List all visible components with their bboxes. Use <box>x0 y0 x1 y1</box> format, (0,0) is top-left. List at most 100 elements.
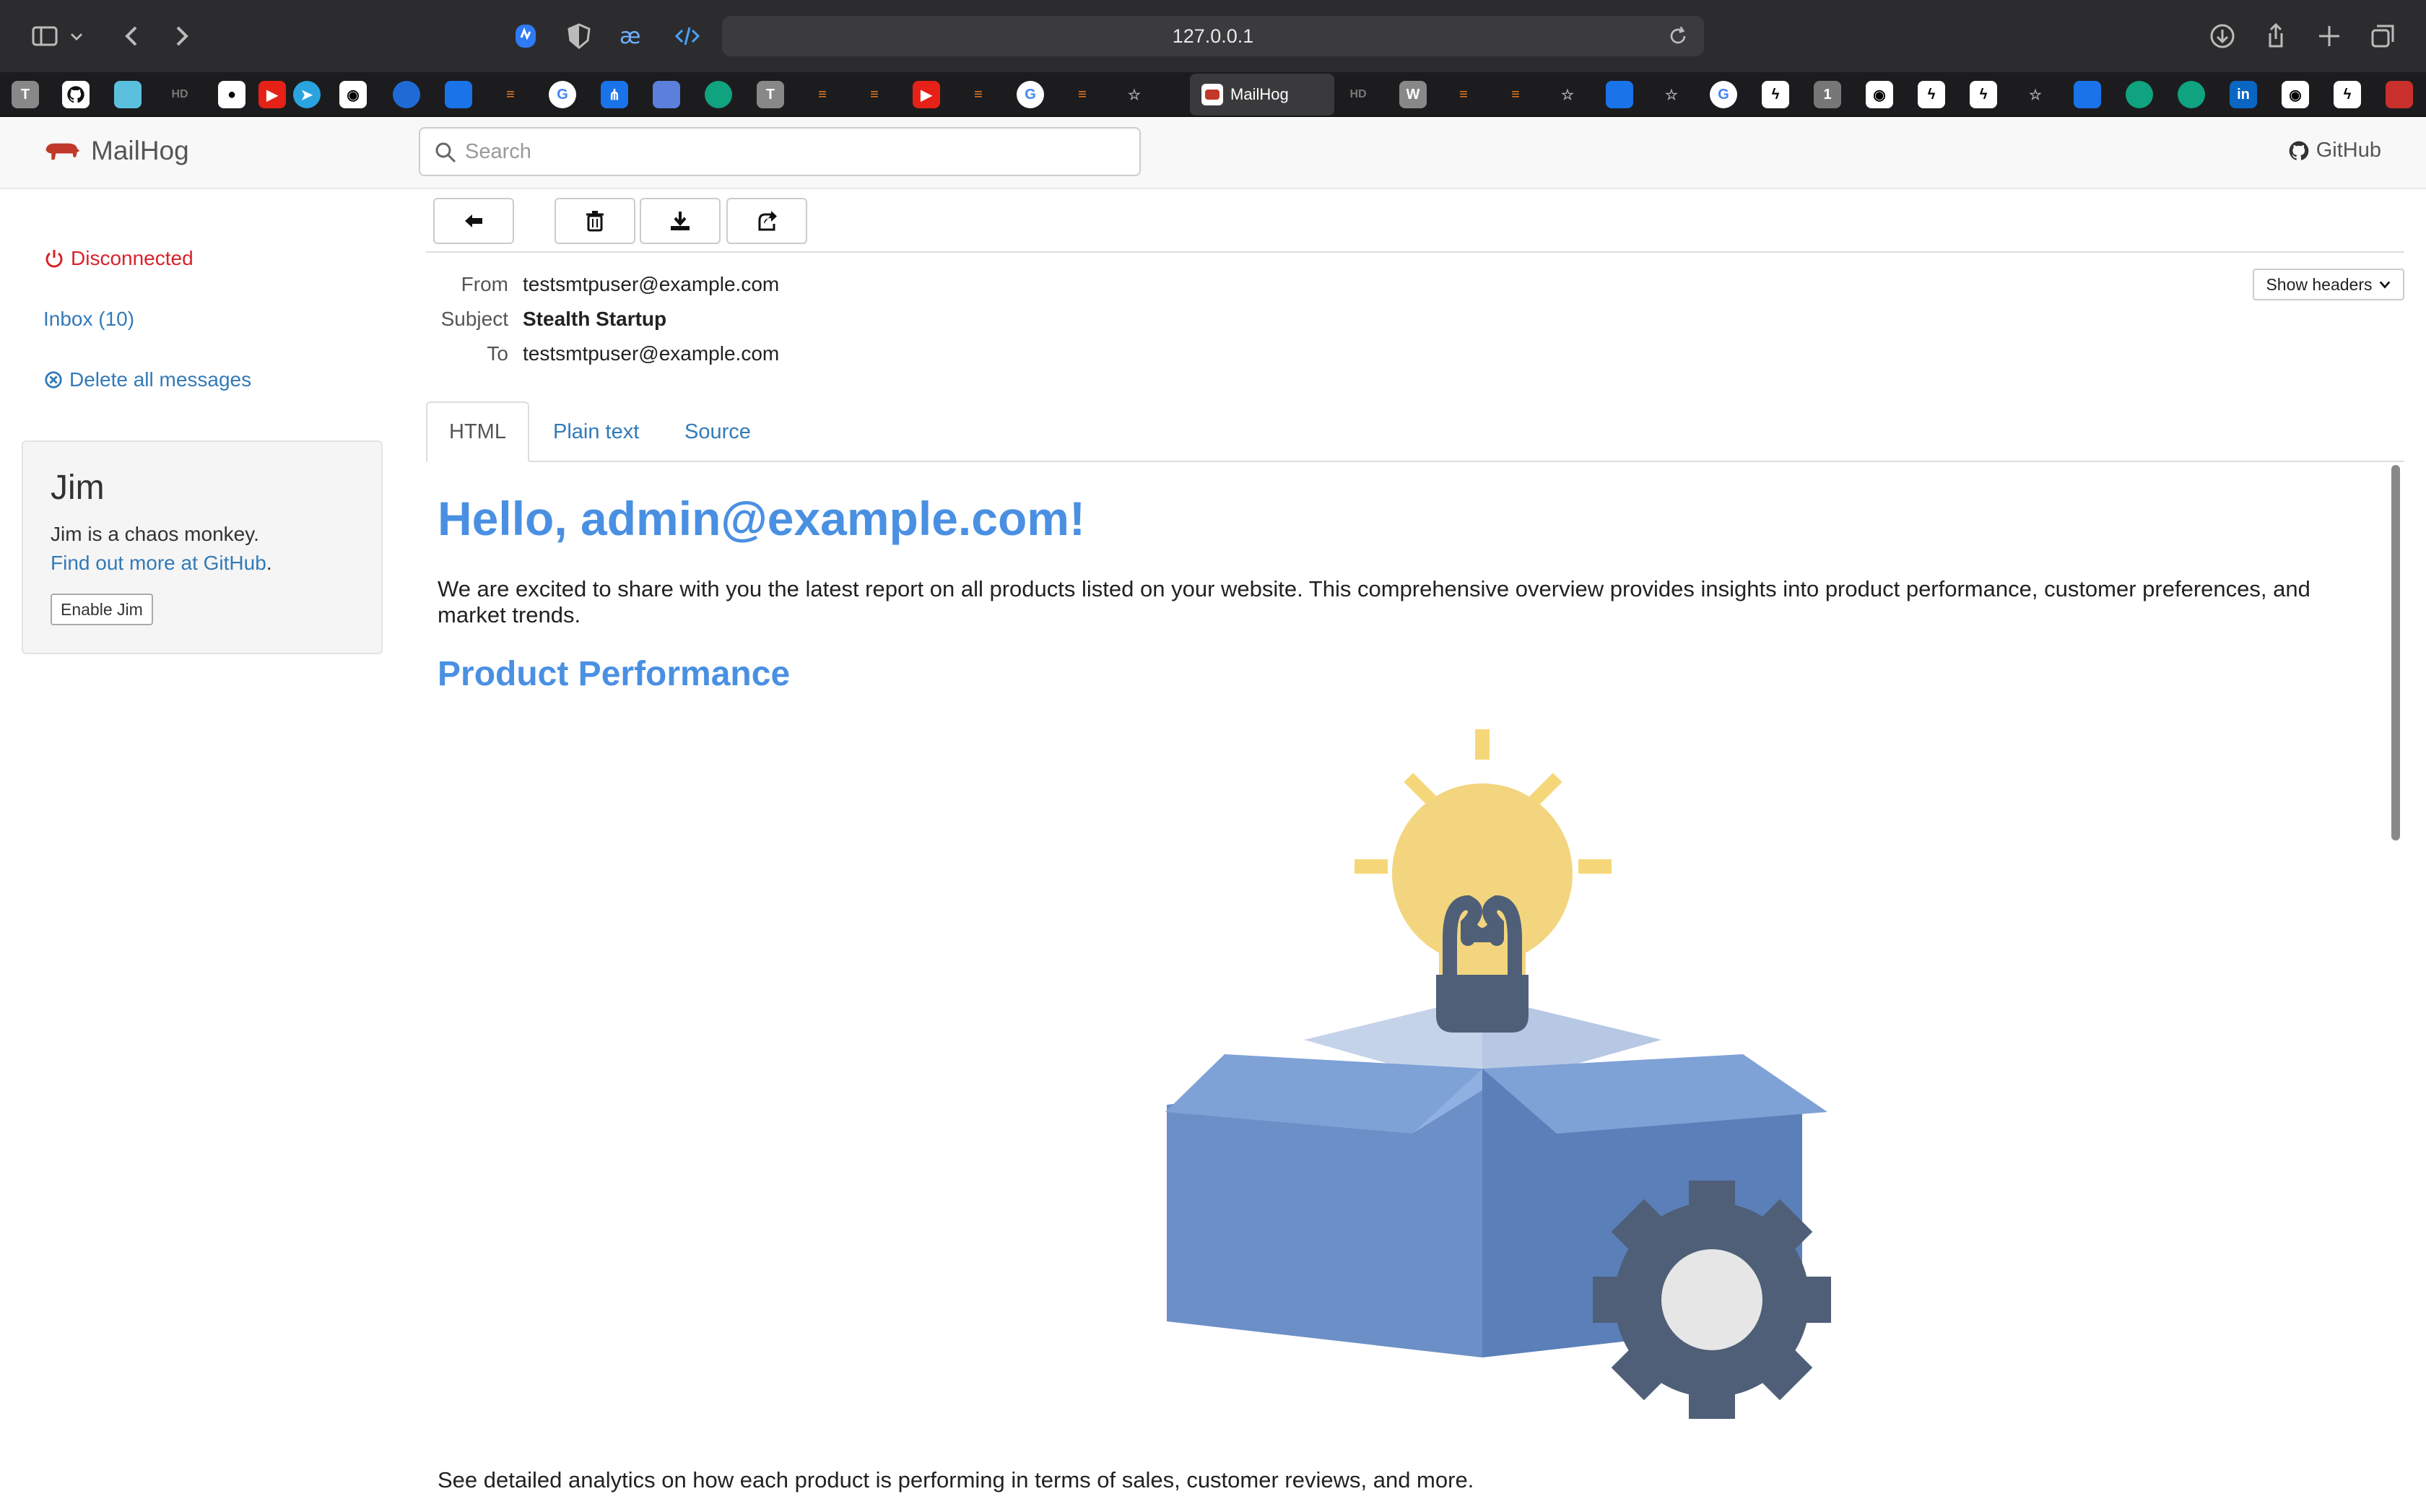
tab-star-icon[interactable]: ☆ <box>2022 81 2049 108</box>
tab-github-icon[interactable]: ◉ <box>1866 81 1893 108</box>
tab-google-icon[interactable]: G <box>549 81 576 108</box>
github-link[interactable]: GitHub <box>2287 139 2381 162</box>
mailhog-logo-icon <box>45 143 80 160</box>
download-icon <box>671 212 690 230</box>
tab-bookmark-icon[interactable] <box>445 81 472 108</box>
show-headers-label: Show headers <box>2266 274 2373 294</box>
tab-stackoverflow-icon[interactable]: ≡ <box>1502 81 1529 108</box>
tab-hd-icon[interactable]: HD <box>166 81 194 108</box>
tab-cube-icon[interactable] <box>114 81 142 108</box>
tab-star-icon[interactable]: ☆ <box>1121 81 1148 108</box>
back-icon[interactable] <box>116 20 147 52</box>
connection-status[interactable]: Disconnected <box>43 247 194 270</box>
tab-google-icon[interactable]: G <box>1017 81 1044 108</box>
tab-youtube-icon[interactable]: ▶ <box>258 81 286 108</box>
tab-stackoverflow-icon[interactable]: ≡ <box>965 81 992 108</box>
download-button[interactable] <box>640 198 721 244</box>
tab-hd-icon[interactable]: HD <box>1344 81 1372 108</box>
tab-medium-icon[interactable]: ● <box>218 81 245 108</box>
github-icon <box>2289 141 2309 160</box>
to-label: To <box>487 342 508 365</box>
status-label: Disconnected <box>71 247 194 269</box>
tab-bolt-icon[interactable]: ϟ <box>1918 81 1945 108</box>
address-bar[interactable]: 127.0.0.1 <box>722 16 1704 56</box>
scrollbar-thumb[interactable] <box>2391 465 2400 840</box>
tab-github-icon[interactable]: ◉ <box>339 81 367 108</box>
browser-titlebar: æ 127.0.0.1 <box>0 0 2426 72</box>
release-button[interactable] <box>726 198 807 244</box>
jim-link-suffix: . <box>266 552 272 574</box>
tab-chatgpt-icon[interactable] <box>2178 81 2205 108</box>
share-arrow-icon <box>758 211 777 231</box>
back-button[interactable] <box>433 198 514 244</box>
jim-github-link[interactable]: Find out more at GitHub <box>51 552 266 574</box>
email-html-view[interactable]: Hello, admin@example.com! We are excited… <box>438 477 2380 1512</box>
tab-bolt-icon[interactable]: ϟ <box>2334 81 2361 108</box>
jim-more-text: Find out more at GitHub. <box>51 552 272 575</box>
tab-share-icon[interactable]: ⋔ <box>601 81 628 108</box>
code-icon[interactable] <box>671 20 703 52</box>
trash-icon <box>586 211 604 232</box>
ae-extension-icon[interactable]: æ <box>617 20 648 52</box>
tab-t-icon[interactable]: T <box>757 81 784 108</box>
tab-bolt-icon[interactable]: ϟ <box>1762 81 1789 108</box>
tab-youtube-icon[interactable]: ▶ <box>913 81 940 108</box>
inbox-link[interactable]: Inbox (10) <box>43 308 134 331</box>
tab-telegram-icon[interactable]: ➤ <box>293 81 321 108</box>
message-tabs: HTML Plain text Source <box>426 401 2404 462</box>
tab-stackoverflow-icon[interactable]: ≡ <box>497 81 524 108</box>
show-headers-button[interactable]: Show headers <box>2253 269 2404 300</box>
new-tab-icon[interactable] <box>2313 20 2345 52</box>
url-text: 127.0.0.1 <box>1172 25 1254 47</box>
tab-jira-icon[interactable] <box>2074 81 2101 108</box>
tab-stackoverflow-icon[interactable]: ≡ <box>809 81 836 108</box>
share-icon[interactable] <box>2260 20 2292 52</box>
tab-html[interactable]: HTML <box>426 401 529 462</box>
app-navbar: MailHog Search GitHub <box>0 117 2426 189</box>
tab-bolt-icon[interactable]: ϟ <box>1970 81 1997 108</box>
delete-button[interactable] <box>555 198 635 244</box>
tab-chatgpt-icon[interactable] <box>2126 81 2153 108</box>
search-input[interactable]: Search <box>419 127 1141 176</box>
sidebar-toggle-icon[interactable] <box>29 20 61 52</box>
tab-edge-icon[interactable] <box>393 81 420 108</box>
svg-text:æ: æ <box>619 24 640 49</box>
search-placeholder: Search <box>465 139 531 163</box>
tab-stackoverflow-icon[interactable]: ≡ <box>1069 81 1096 108</box>
chevron-down-icon[interactable] <box>66 20 87 52</box>
tab-github-icon[interactable] <box>62 81 90 108</box>
jim-title: Jim <box>51 469 105 507</box>
forward-icon[interactable] <box>166 20 198 52</box>
download-icon[interactable] <box>2207 20 2238 52</box>
tab-overview-icon[interactable] <box>2367 20 2399 52</box>
tab-stackoverflow-icon[interactable]: ≡ <box>1450 81 1477 108</box>
tab-github-icon[interactable]: ◉ <box>2282 81 2309 108</box>
tab-plain-text[interactable]: Plain text <box>531 401 661 462</box>
tab-bookmark-icon[interactable] <box>1606 81 1633 108</box>
search-icon <box>435 142 456 163</box>
tab-t-icon[interactable]: T <box>12 81 39 108</box>
tab-one-icon[interactable]: 1 <box>1814 81 1841 108</box>
reload-icon[interactable] <box>1665 23 1691 49</box>
tab-stackoverflow-icon[interactable]: ≡ <box>861 81 888 108</box>
tab-star-icon[interactable]: ☆ <box>1554 81 1581 108</box>
brand[interactable]: MailHog <box>43 136 189 166</box>
subject-label: Subject <box>440 308 508 330</box>
tab-w-icon[interactable]: W <box>1399 81 1427 108</box>
tab-star-icon[interactable]: ☆ <box>1658 81 1685 108</box>
enable-jim-button[interactable]: Enable Jim <box>51 594 153 625</box>
shield-icon[interactable] <box>563 20 595 52</box>
tab-chatgpt-icon[interactable] <box>705 81 732 108</box>
section-text: See detailed analytics on how each produ… <box>438 1467 1474 1493</box>
active-tab-label: MailHog <box>1230 85 1289 103</box>
extension-hand-icon[interactable] <box>510 20 542 52</box>
tab-google-icon[interactable]: G <box>1710 81 1737 108</box>
tab-linkedin-icon[interactable]: in <box>2230 81 2257 108</box>
to-value: testsmtpuser@example.com <box>523 342 780 365</box>
tab-tool-icon[interactable] <box>653 81 680 108</box>
tab-mailhog-active[interactable]: MailHog <box>1190 74 1334 116</box>
delete-all-link[interactable]: Delete all messages <box>43 368 251 391</box>
section-title: Product Performance <box>438 655 791 693</box>
tab-mailhog-icon[interactable] <box>2386 81 2413 108</box>
tab-source[interactable]: Source <box>663 401 773 462</box>
